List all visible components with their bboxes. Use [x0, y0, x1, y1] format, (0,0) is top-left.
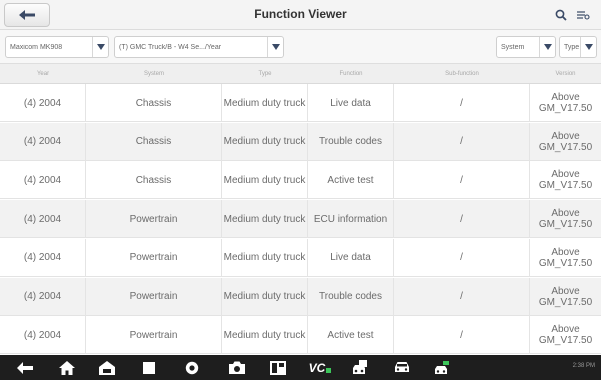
cell-sub-function: / — [394, 316, 530, 355]
table-row[interactable]: (4) 2004 Powertrain Medium duty truck Activ… — [0, 316, 601, 355]
recent-apps-icon[interactable] — [140, 359, 158, 376]
cell-function: Live data — [308, 84, 394, 122]
cell-sub-function: / — [394, 161, 530, 200]
title-bar: Function Viewer — [0, 0, 601, 30]
cell-version: Above GM_V17.50 — [538, 208, 593, 231]
cell-version: Above GM_V17.50 — [538, 169, 593, 192]
table-row[interactable]: (4) 2004 Chassis Medium duty truck Live dat… — [0, 84, 601, 122]
chevron-down-icon — [92, 37, 108, 57]
chevron-down-icon — [267, 37, 283, 57]
cell-system: Chassis — [86, 161, 222, 200]
system-navbar: VC 2:38 PM — [0, 355, 601, 380]
home-icon[interactable] — [58, 359, 76, 376]
cell-type: Medium duty truck — [222, 277, 308, 316]
cell-function: Active test — [308, 161, 394, 200]
type-dropdown[interactable]: Type — [559, 36, 597, 58]
cell-sub-function: / — [394, 200, 530, 239]
cell-version: Above GM_V17.50 — [538, 92, 593, 114]
cell-type: Medium duty truck — [222, 200, 308, 239]
cell-version: Above GM_V17.50 — [538, 324, 593, 347]
back-icon[interactable] — [16, 359, 34, 376]
column-header-system: System — [143, 71, 164, 77]
table-row[interactable]: (4) 2004 Powertrain Medium duty truck Troub… — [0, 277, 601, 316]
cell-system: Powertrain — [86, 200, 222, 239]
cell-system: Powertrain — [86, 277, 222, 316]
vci-status-dot — [326, 368, 332, 373]
shop-icon[interactable] — [351, 359, 369, 376]
model-dropdown[interactable]: Maxicom MK908 — [5, 36, 109, 58]
column-header-sub-function: Sub-function — [445, 71, 479, 77]
cell-type: Medium duty truck — [222, 161, 308, 200]
vehicle-dropdown-value: (T) GMC Truck/B - W4 Se.../Year — [119, 43, 222, 51]
cell-function: Active test — [308, 316, 394, 355]
cell-version: Above GM_V17.50 — [538, 246, 593, 269]
vci-label: VC — [308, 360, 326, 375]
cell-year: (4) 2004 — [0, 277, 86, 316]
cell-function: Trouble codes — [308, 277, 394, 316]
table-row[interactable]: (4) 2004 Chassis Medium duty truck Trouble … — [0, 122, 601, 161]
cell-sub-function: / — [394, 122, 530, 161]
chevron-down-icon — [580, 37, 596, 57]
car-home-icon[interactable] — [98, 359, 116, 376]
system-dropdown-value: System — [501, 43, 525, 51]
camera-icon[interactable] — [228, 359, 246, 376]
cell-version: Above GM_V17.50 — [538, 285, 593, 308]
cell-year: (4) 2004 — [0, 316, 86, 355]
page-title: Function Viewer — [254, 7, 347, 21]
cell-system: Chassis — [86, 84, 222, 122]
table-header: Year System Type Function Sub-function V… — [0, 64, 601, 84]
column-header-year: Year — [36, 71, 50, 77]
cell-year: (4) 2004 — [0, 238, 86, 277]
cell-sub-function: / — [394, 238, 530, 277]
column-header-version: Version — [555, 71, 576, 77]
cell-system: Powertrain — [86, 238, 222, 277]
cell-sub-function: / — [394, 277, 530, 316]
column-header-type: Type — [258, 71, 272, 77]
vehicle-icon[interactable] — [393, 359, 411, 376]
cell-system: Chassis — [86, 122, 222, 161]
cell-type: Medium duty truck — [222, 238, 308, 277]
search-icon[interactable] — [552, 6, 570, 24]
table-row[interactable]: (4) 2004 Powertrain Medium duty truck Live … — [0, 238, 601, 277]
cell-type: Medium duty truck — [222, 316, 308, 355]
system-dropdown[interactable]: System — [496, 36, 556, 58]
cell-year: (4) 2004 — [0, 200, 86, 239]
table-row[interactable]: (4) 2004 Powertrain Medium duty truck ECU i… — [0, 200, 601, 239]
model-dropdown-value: Maxicom MK908 — [10, 43, 63, 51]
cell-function: ECU information — [308, 200, 394, 239]
filter-settings-icon[interactable] — [574, 6, 592, 24]
cell-sub-function: / — [394, 84, 530, 122]
cell-year: (4) 2004 — [0, 84, 86, 122]
cell-function: Trouble codes — [308, 122, 394, 161]
vehicle-dropdown[interactable]: (T) GMC Truck/B - W4 Se.../Year — [114, 36, 284, 58]
chevron-down-icon — [539, 37, 555, 57]
cell-type: Medium duty truck — [222, 84, 308, 122]
filter-bar: Maxicom MK908 (T) GMC Truck/B - W4 Se...… — [0, 30, 601, 64]
cell-year: (4) 2004 — [0, 122, 86, 161]
cell-function: Live data — [308, 238, 394, 277]
browser-icon[interactable] — [183, 359, 201, 376]
vci-icon[interactable]: VC — [306, 359, 334, 376]
status-time: 2:38 PM — [572, 363, 595, 369]
cell-type: Medium duty truck — [222, 122, 308, 161]
screen-icon[interactable] — [269, 359, 287, 376]
cell-version: Above GM_V17.50 — [538, 130, 593, 153]
column-header-function: Function — [339, 71, 363, 77]
cell-system: Powertrain — [86, 316, 222, 355]
cell-year: (4) 2004 — [0, 161, 86, 200]
service-icon[interactable] — [433, 359, 451, 376]
type-dropdown-value: Type — [564, 43, 580, 51]
table-row[interactable]: (4) 2004 Chassis Medium duty truck Active t… — [0, 161, 601, 200]
